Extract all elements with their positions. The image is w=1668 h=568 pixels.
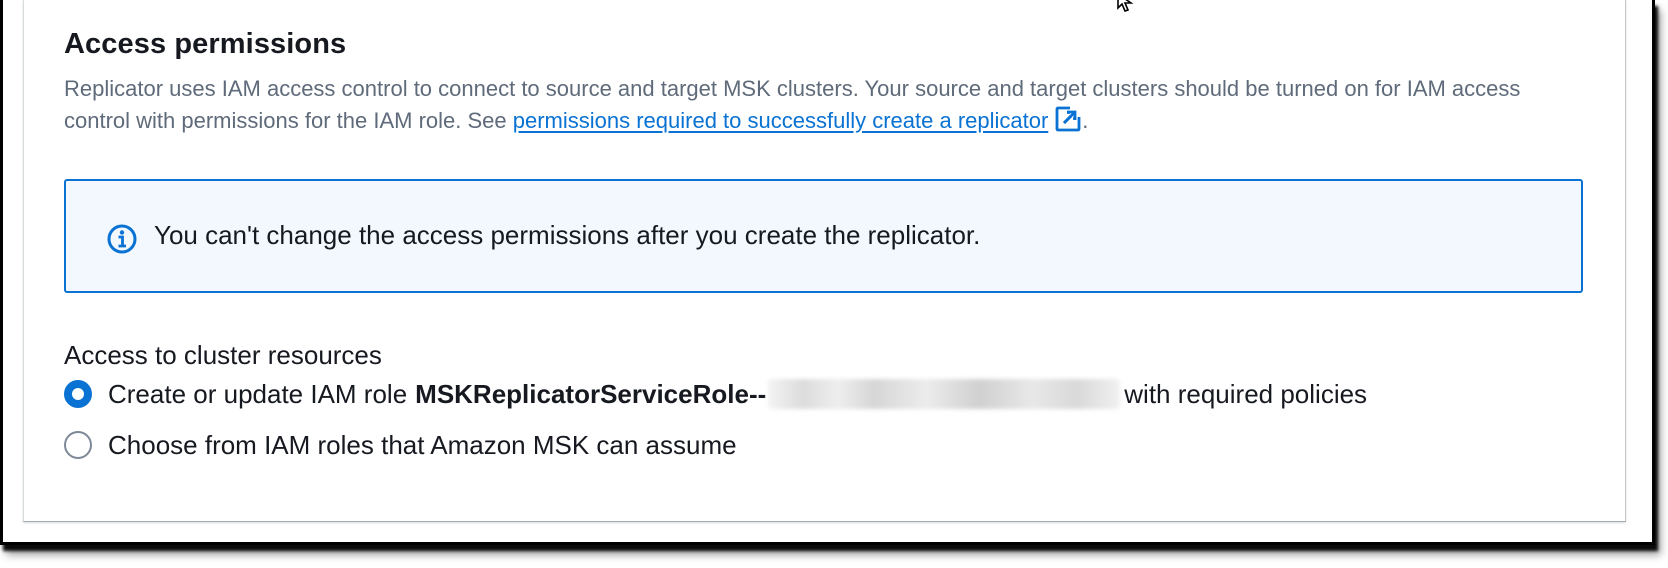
create-role-radio[interactable] <box>64 380 92 408</box>
info-icon <box>107 224 137 254</box>
role-name: MSKReplicatorServiceRole-- <box>415 378 767 409</box>
section-title: Access permissions <box>64 28 347 60</box>
info-alert: You can't change the access permissions … <box>64 179 1583 293</box>
create-role-prefix: Create or update IAM role <box>108 378 408 409</box>
access-field-label: Access to cluster resources <box>64 340 382 370</box>
section-description: Replicator uses IAM access control to co… <box>64 73 1584 137</box>
permissions-link[interactable]: permissions required to successfully cre… <box>512 105 1083 133</box>
choose-role-option[interactable]: Choose from IAM roles that Amazon MSK ca… <box>64 427 737 463</box>
choose-role-radio[interactable] <box>64 431 92 459</box>
mouse-cursor-icon <box>1117 0 1134 12</box>
choose-role-label: Choose from IAM roles that Amazon MSK ca… <box>108 429 737 460</box>
redacted-role-suffix <box>768 379 1121 409</box>
create-role-suffix: with required policies <box>1124 378 1368 409</box>
description-suffix: . <box>1082 108 1089 133</box>
external-link-icon <box>1055 105 1083 132</box>
create-role-option[interactable]: Create or update IAM role MSKReplicatorS… <box>64 376 1367 412</box>
alert-message: You can't change the access permissions … <box>154 220 981 250</box>
permissions-link-label: permissions required to successfully cre… <box>512 108 1049 133</box>
